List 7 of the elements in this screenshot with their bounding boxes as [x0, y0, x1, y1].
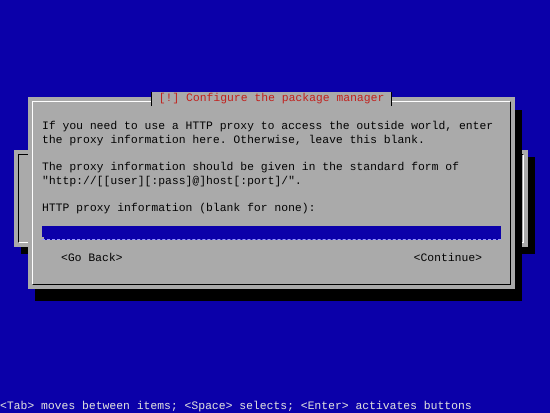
dialog-button[interactable]: <Go Back>: [61, 252, 123, 266]
dialog-message: If you need to use a HTTP proxy to access the outside world, enter the proxy information here. Otherwise, leave this blank.: [42, 120, 494, 148]
key-help-text: <Tab> moves between items; <Space> selects; <Enter> activates buttons: [0, 401, 473, 413]
dialog-button[interactable]: <Continue>: [414, 252, 482, 266]
dialog-title: [!] Configure the package manager: [150, 92, 392, 106]
dialog-message: The proxy information should be given in the standard form of "http://[[user][:pass]@]host[:port]/".: [42, 161, 460, 189]
field-label: HTTP proxy information (blank for none):: [42, 202, 316, 216]
